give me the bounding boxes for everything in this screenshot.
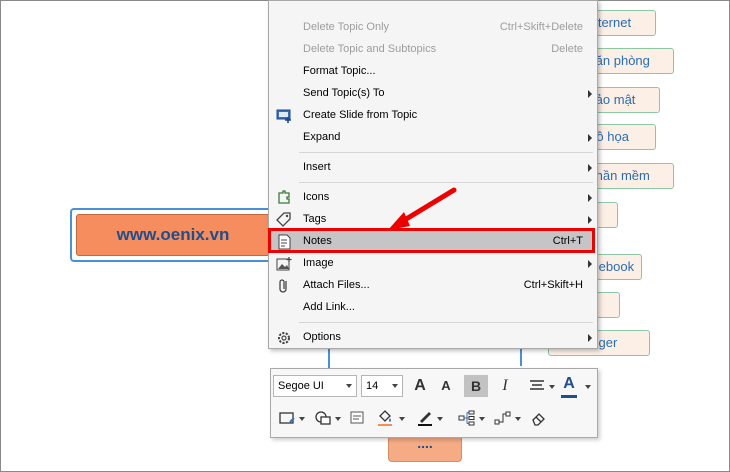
connector-icon bbox=[494, 411, 511, 425]
menu-item-attach-files[interactable]: Attach Files... Ctrl+Skift+H bbox=[271, 275, 595, 297]
font-color-swatch bbox=[561, 395, 577, 398]
connector bbox=[520, 346, 522, 366]
context-menu: Delete Topic Only Ctrl+Skift+Delete Dele… bbox=[268, 0, 598, 349]
slide-icon bbox=[276, 109, 291, 123]
menu-item-insert[interactable]: Insert bbox=[271, 157, 595, 179]
shape-rect-icon bbox=[279, 412, 295, 424]
menu-item-options[interactable]: Options bbox=[271, 327, 595, 349]
text-style-button[interactable] bbox=[345, 407, 369, 429]
line-color-button[interactable] bbox=[413, 407, 437, 429]
shape-combo-icon bbox=[315, 411, 331, 425]
red-arrow-icon bbox=[388, 187, 457, 230]
fill-color-button[interactable] bbox=[373, 407, 397, 429]
paperclip-icon bbox=[279, 279, 287, 293]
chevron-down-icon bbox=[515, 417, 521, 421]
topic-shape-button[interactable] bbox=[275, 407, 299, 429]
submenu-arrow-icon bbox=[588, 90, 592, 98]
chevron-down-icon bbox=[399, 417, 405, 421]
grow-font-button[interactable]: A bbox=[408, 375, 432, 397]
eraser-icon bbox=[532, 413, 545, 426]
tree-layout-icon bbox=[458, 410, 475, 426]
central-topic-label: www.oenix.vn bbox=[76, 214, 270, 256]
chevron-down-icon bbox=[585, 385, 591, 389]
gear-icon bbox=[278, 332, 290, 344]
tag-icon bbox=[276, 212, 291, 227]
paint-bucket-icon bbox=[378, 410, 392, 426]
font-color-button[interactable]: A bbox=[557, 373, 581, 395]
central-topic[interactable]: www.oenix.vn bbox=[70, 208, 276, 262]
menu-item-delete-topic-only[interactable]: Delete Topic Only Ctrl+Skift+Delete bbox=[271, 17, 595, 39]
menu-item-format-topic[interactable]: Format Topic... bbox=[271, 61, 595, 83]
menu-item-image[interactable]: Image bbox=[271, 253, 595, 275]
menu-separator bbox=[299, 152, 593, 153]
menu-item-delete-topic-and-subtopics[interactable]: Delete Topic and Subtopics Delete bbox=[271, 39, 595, 61]
submenu-arrow-icon bbox=[588, 164, 592, 172]
submenu-arrow-icon bbox=[588, 134, 592, 142]
submenu-arrow-icon bbox=[588, 216, 592, 224]
menu-separator bbox=[299, 322, 593, 323]
chevron-down-icon bbox=[335, 417, 341, 421]
chevron-down-icon bbox=[392, 384, 398, 388]
line-pen-icon bbox=[418, 412, 432, 426]
puzzle-icon bbox=[278, 190, 290, 204]
font-size-select[interactable]: 14 bbox=[361, 375, 403, 397]
menu-item-add-link[interactable]: Add Link... bbox=[271, 297, 595, 319]
chevron-down-icon bbox=[346, 384, 352, 388]
menu-item-create-slide[interactable]: Create Slide from Topic bbox=[271, 105, 595, 127]
shrink-font-button[interactable]: A bbox=[434, 375, 458, 397]
submenu-arrow-icon bbox=[588, 194, 592, 202]
chevron-down-icon bbox=[549, 385, 555, 389]
align-button[interactable] bbox=[525, 375, 549, 397]
boundary-shape-button[interactable] bbox=[311, 407, 335, 429]
submenu-arrow-icon bbox=[588, 260, 592, 268]
chevron-down-icon bbox=[479, 417, 485, 421]
image-icon bbox=[276, 257, 292, 271]
connector-style-button[interactable] bbox=[491, 407, 515, 429]
menu-item-send-topics-to[interactable]: Send Topic(s) To bbox=[271, 83, 595, 105]
font-family-select[interactable]: Segoe UI bbox=[273, 375, 357, 397]
layout-button[interactable] bbox=[455, 407, 479, 429]
menu-item-expand[interactable]: Expand bbox=[271, 127, 595, 149]
text-box-icon bbox=[350, 411, 364, 424]
italic-button[interactable]: I bbox=[493, 375, 517, 397]
chevron-down-icon bbox=[299, 417, 305, 421]
chevron-down-icon bbox=[437, 417, 443, 421]
submenu-arrow-icon bbox=[588, 334, 592, 342]
menu-item-partial bbox=[271, 0, 595, 11]
bold-button[interactable]: B bbox=[464, 375, 488, 397]
clear-format-button[interactable] bbox=[527, 407, 551, 429]
format-toolbar: Segoe UI 14 A A B I A bbox=[270, 368, 598, 438]
menu-separator bbox=[299, 182, 593, 183]
align-icon bbox=[530, 380, 544, 390]
